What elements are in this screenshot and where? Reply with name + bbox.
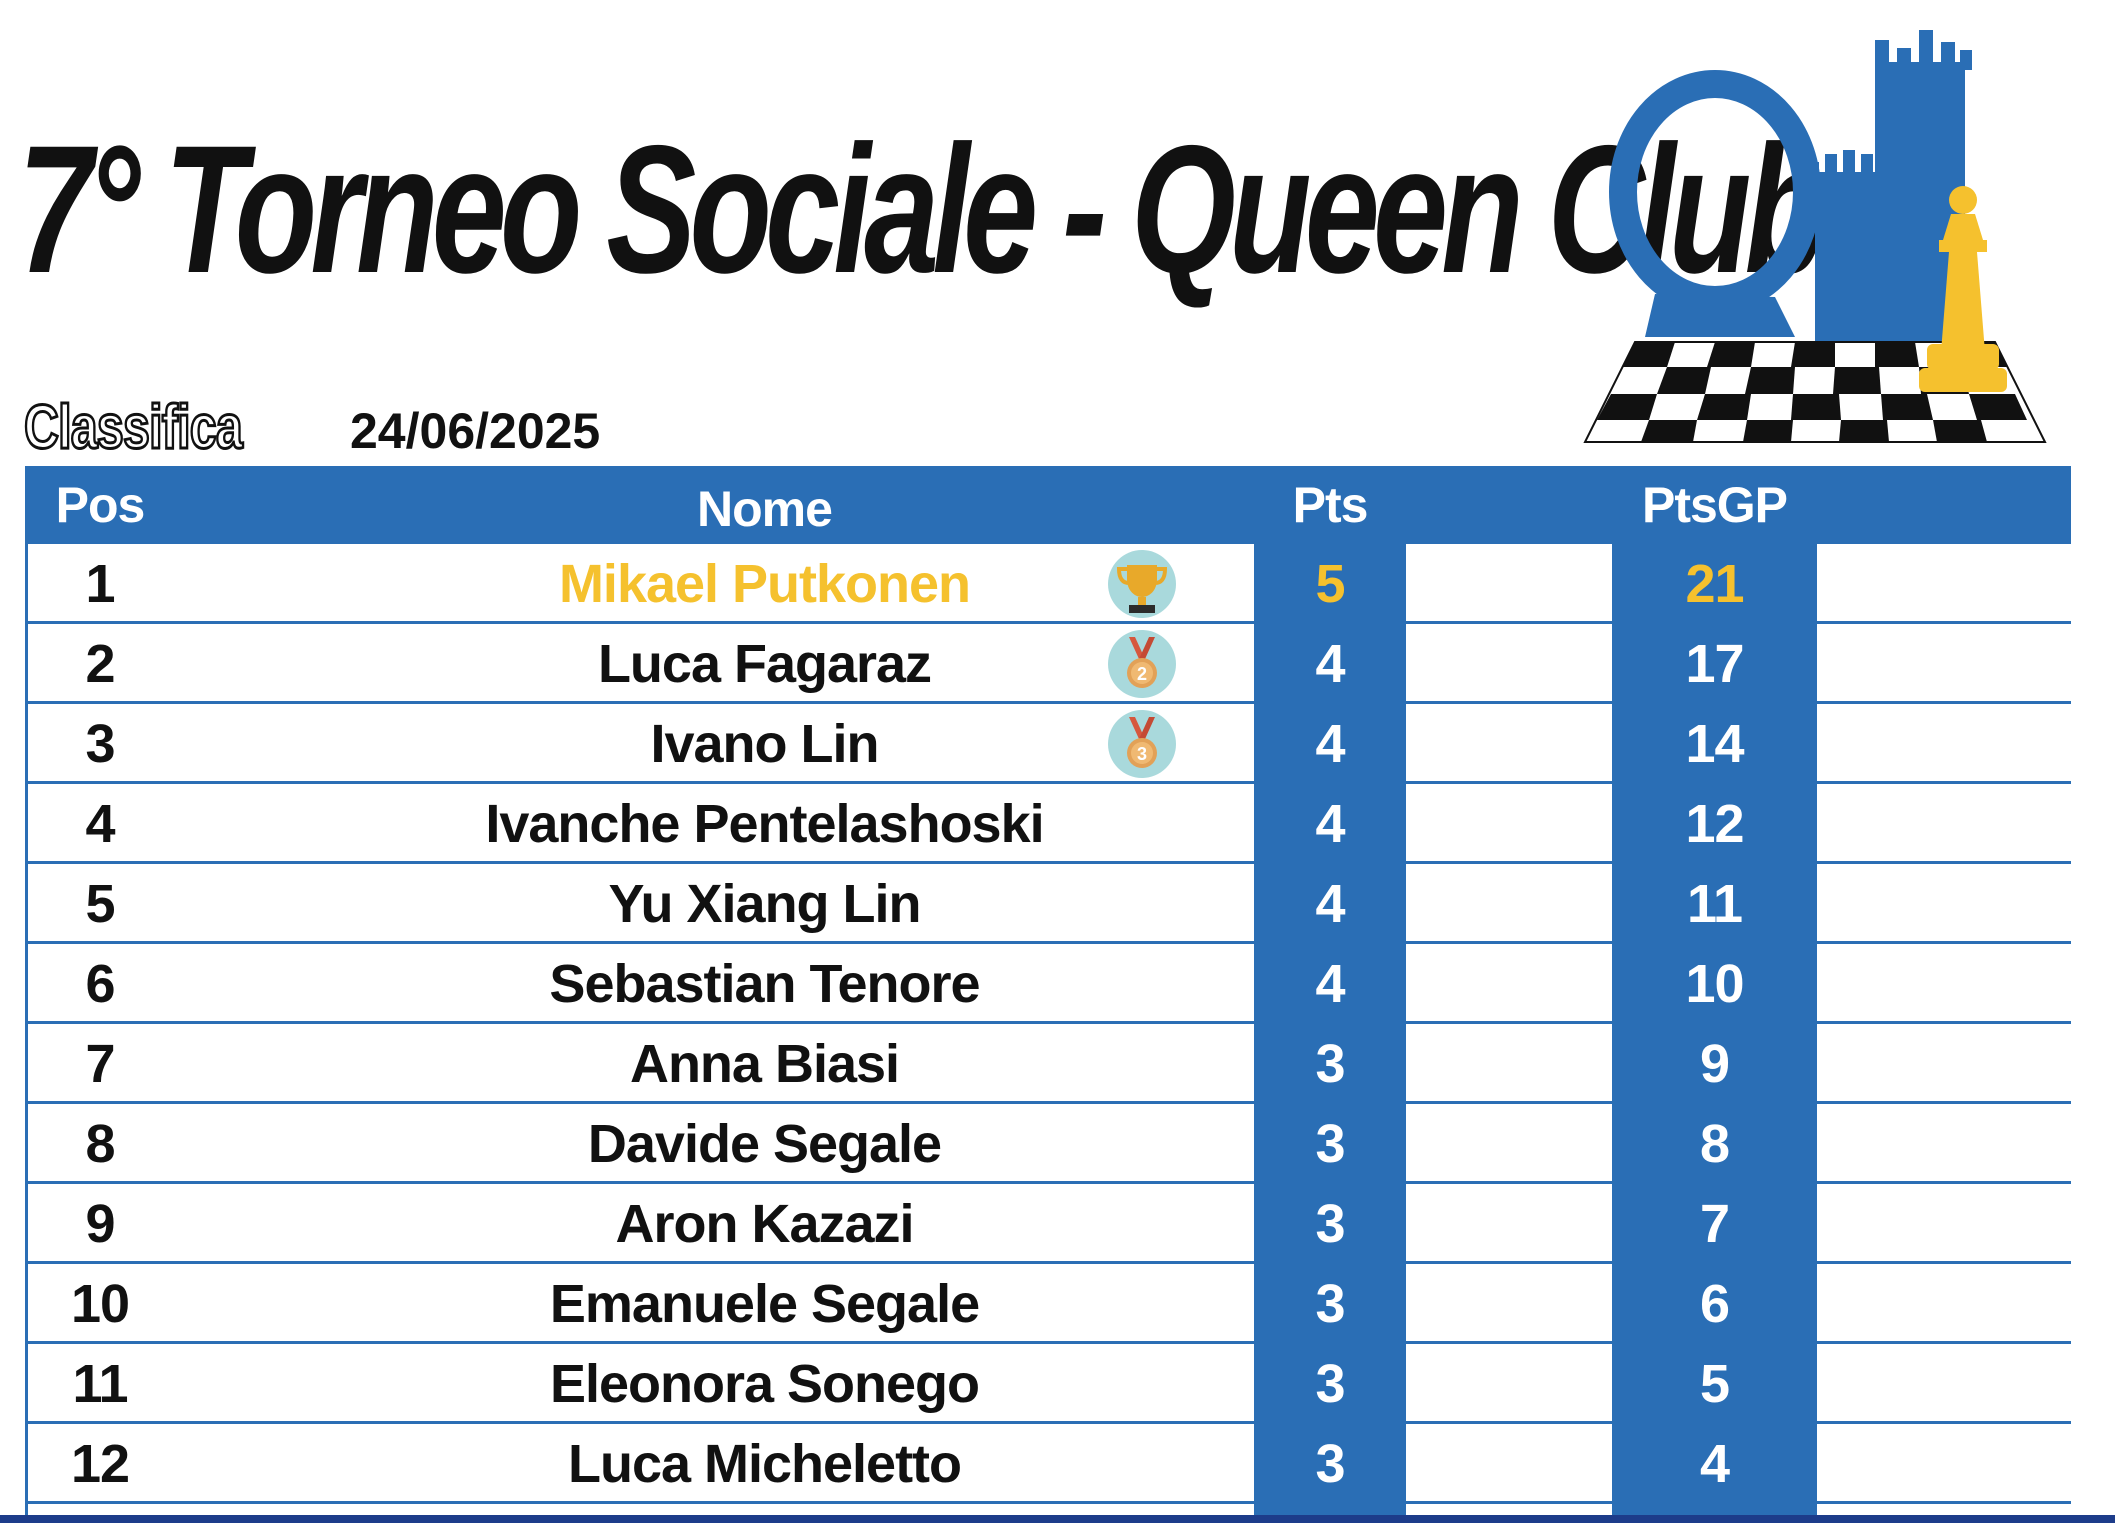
player-gp-points: 11 bbox=[1686, 874, 1743, 934]
page-title: 7° Torneo Sociale - Queen Club bbox=[18, 107, 1827, 311]
player-points: 4 bbox=[1315, 634, 1345, 694]
column-header-nome: Nome bbox=[175, 466, 1354, 544]
player-name: Ivano Lin bbox=[650, 714, 879, 774]
player-name: Aron Kazazi bbox=[615, 1194, 914, 1254]
player-gp-points: 7 bbox=[1699, 1194, 1730, 1254]
section-label: Classifica bbox=[23, 392, 244, 464]
row-position: 4 bbox=[85, 794, 115, 854]
table-row: 6 Sebastian Tenore 4 10 bbox=[25, 944, 2071, 1024]
player-points: 3 bbox=[1315, 1354, 1345, 1414]
player-points: 3 bbox=[1315, 1194, 1345, 1254]
player-name: Luca Fagaraz bbox=[597, 634, 932, 694]
player-gp-points: 14 bbox=[1685, 714, 1744, 774]
table-row: 7 Anna Biasi 3 9 bbox=[25, 1024, 2071, 1104]
player-points: 4 bbox=[1315, 954, 1345, 1014]
row-position: 9 bbox=[85, 1194, 115, 1254]
player-gp-points: 9 bbox=[1699, 1034, 1730, 1094]
player-points: 4 bbox=[1315, 714, 1345, 774]
player-name: Anna Biasi bbox=[629, 1034, 900, 1094]
player-gp-points: 21 bbox=[1685, 554, 1744, 614]
row-position: 5 bbox=[85, 874, 115, 934]
svg-text:3: 3 bbox=[1137, 744, 1147, 764]
player-gp-points: 17 bbox=[1685, 634, 1744, 694]
player-gp-points: 10 bbox=[1685, 954, 1744, 1014]
table-row: 1 Mikael Putkonen 5 21 bbox=[25, 544, 2071, 624]
player-name: Ivanche Pentelashoski bbox=[485, 794, 1044, 854]
player-name: Luca Micheletto bbox=[567, 1434, 962, 1494]
column-header-pos: Pos bbox=[55, 477, 146, 533]
table-row: 4 Ivanche Pentelashoski 4 12 bbox=[25, 784, 2071, 864]
player-name: Davide Segale bbox=[587, 1114, 942, 1174]
player-gp-points: 12 bbox=[1685, 794, 1744, 854]
trophy-icon bbox=[1108, 550, 1176, 618]
table-row: 12 Luca Micheletto 3 4 bbox=[25, 1424, 2071, 1504]
player-name: Emanuele Segale bbox=[549, 1274, 980, 1334]
table-row: 10 Emanuele Segale 3 6 bbox=[25, 1264, 2071, 1344]
table-row: 8 Davide Segale 3 8 bbox=[25, 1104, 2071, 1184]
row-position: 11 bbox=[72, 1354, 128, 1414]
row-position: 6 bbox=[85, 954, 115, 1014]
table-header: Pos Nome Pts PtsGP bbox=[25, 466, 2071, 544]
player-name: Mikael Putkonen bbox=[558, 554, 971, 614]
queen-club-logo bbox=[1583, 30, 2047, 443]
row-divider bbox=[25, 1501, 2071, 1504]
column-header-nome-text: Nome bbox=[697, 481, 833, 537]
player-name: Yu Xiang Lin bbox=[608, 874, 921, 934]
row-position: 1 bbox=[85, 554, 115, 614]
table-row: 9 Aron Kazazi 3 7 bbox=[25, 1184, 2071, 1264]
column-header-ptsgp: PtsGP bbox=[1641, 477, 1788, 533]
bottom-border bbox=[0, 1515, 2115, 1523]
player-points: 3 bbox=[1315, 1274, 1345, 1334]
player-points: 3 bbox=[1315, 1034, 1345, 1094]
table-row: 2 Luca Fagaraz 4 17 2 bbox=[25, 624, 2071, 704]
standings-date: 24/06/2025 bbox=[350, 403, 601, 459]
player-points: 4 bbox=[1315, 874, 1345, 934]
player-name: Sebastian Tenore bbox=[549, 954, 980, 1014]
row-position: 3 bbox=[85, 714, 115, 774]
row-position: 8 bbox=[85, 1114, 115, 1174]
player-name: Eleonora Sonego bbox=[549, 1354, 980, 1414]
standings-table: Pos Nome Pts PtsGP 1 Mikael Putkonen 5 21 2 L… bbox=[25, 466, 2071, 1523]
player-points: 5 bbox=[1315, 554, 1345, 614]
table-row: 3 Ivano Lin 4 14 3 bbox=[25, 704, 2071, 784]
row-position: 7 bbox=[85, 1034, 115, 1094]
row-position: 2 bbox=[85, 634, 115, 694]
svg-text:2: 2 bbox=[1137, 664, 1147, 684]
player-gp-points: 5 bbox=[1699, 1354, 1730, 1414]
table-row: 5 Yu Xiang Lin 4 11 bbox=[25, 864, 2071, 944]
row-position: 10 bbox=[70, 1274, 130, 1334]
silver-medal-icon: 2 bbox=[1108, 630, 1176, 698]
player-points: 3 bbox=[1315, 1434, 1345, 1494]
column-header-pts: Pts bbox=[1292, 477, 1369, 533]
row-position: 12 bbox=[70, 1434, 130, 1494]
player-points: 3 bbox=[1315, 1114, 1345, 1174]
player-gp-points: 6 bbox=[1699, 1274, 1730, 1334]
player-gp-points: 8 bbox=[1699, 1114, 1730, 1174]
bronze-medal-icon: 3 bbox=[1108, 710, 1176, 778]
player-gp-points: 4 bbox=[1699, 1434, 1730, 1494]
player-points: 4 bbox=[1315, 794, 1345, 854]
table-row: 11 Eleonora Sonego 3 5 bbox=[25, 1344, 2071, 1424]
